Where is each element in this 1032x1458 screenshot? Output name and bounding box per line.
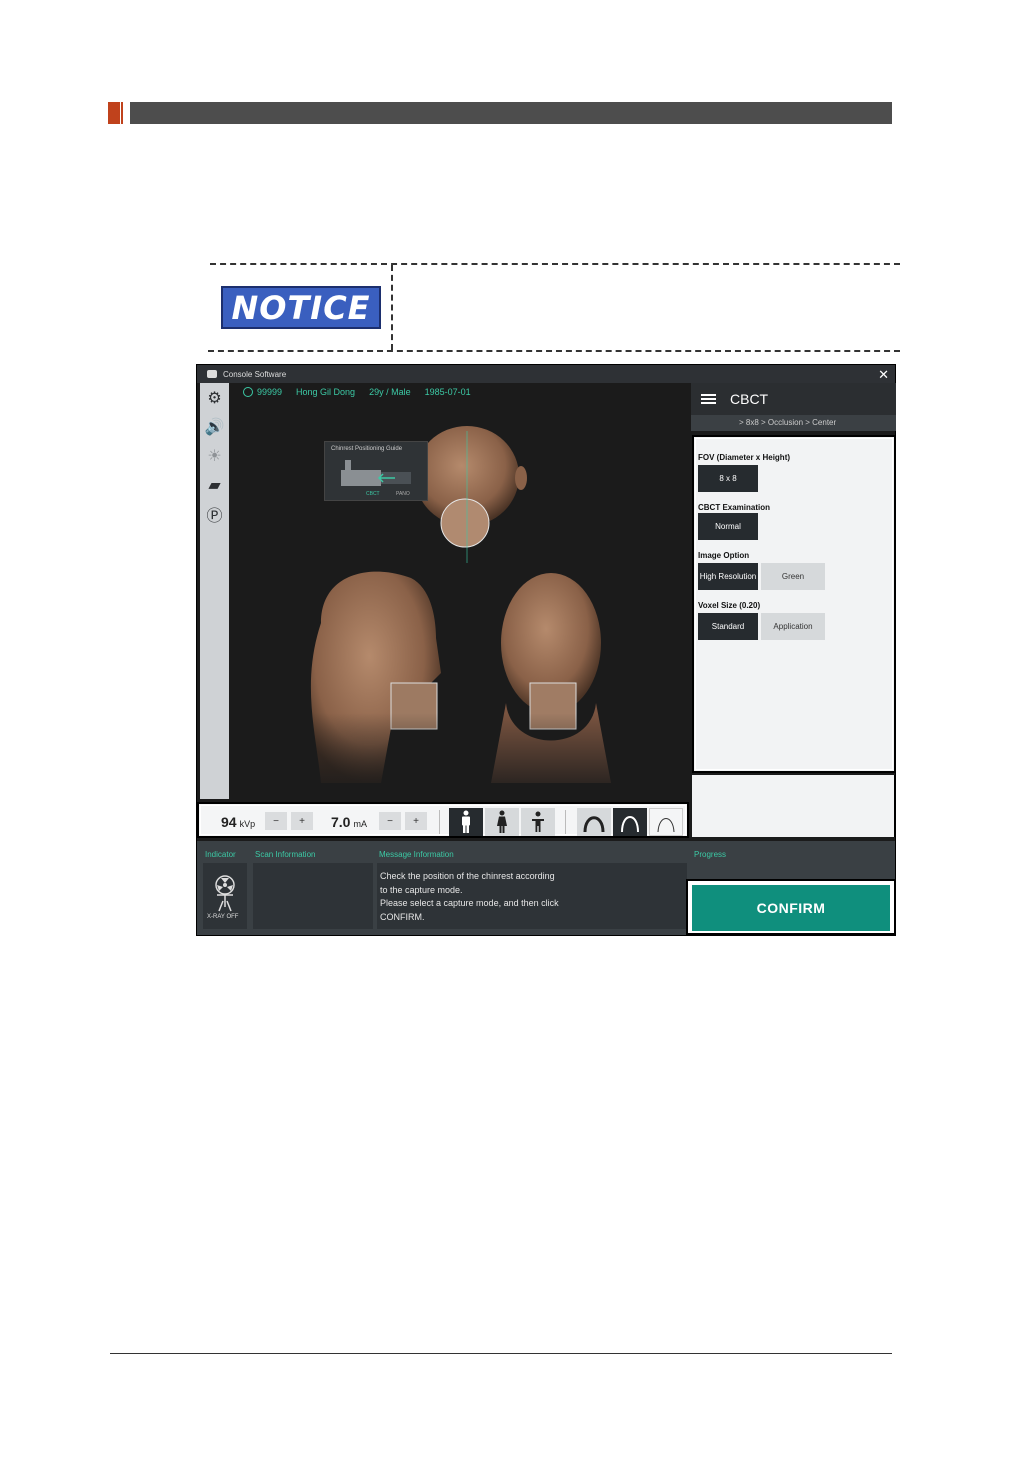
ma-plus-button[interactable]: +	[405, 812, 427, 830]
mode-header: CBCT	[691, 383, 896, 415]
scan-info-header: Scan Information	[255, 850, 316, 859]
gear-icon[interactable]: ⚙	[200, 383, 229, 412]
light-icon[interactable]: ☀	[200, 441, 229, 470]
user-icon	[243, 387, 253, 397]
section-header-accent	[108, 102, 120, 124]
child-button[interactable]	[521, 808, 555, 836]
notice-border-top	[210, 263, 900, 265]
standard-button[interactable]: Standard	[698, 613, 758, 640]
patient-viewport	[231, 383, 689, 799]
kvp-readout: 94 kVp	[221, 814, 256, 830]
menu-icon[interactable]	[701, 394, 716, 404]
scan-info-cell	[253, 863, 373, 929]
exam-label: CBCT Examination	[698, 503, 771, 512]
guide-cbct-label: CBCT	[366, 491, 380, 497]
notice-badge: NOTICE	[221, 286, 381, 329]
console-window: Console Software ✕ ⚙ 🔊 ☀ ▰ Ⓟ 99999 Hong …	[196, 364, 896, 936]
progress-header: Progress	[694, 850, 727, 859]
left-toolbar: ⚙ 🔊 ☀ ▰ Ⓟ	[200, 383, 229, 799]
indicator-cell: X-RAY OFF	[203, 863, 247, 929]
layers-icon[interactable]: ▰	[200, 470, 229, 499]
patient-id: 99999	[243, 387, 282, 397]
arch-normal-button[interactable]	[613, 808, 647, 836]
kvp-plus-button[interactable]: +	[291, 812, 313, 830]
patient-dob: 1985-07-01	[424, 387, 471, 397]
section-header-bar	[130, 102, 892, 124]
arch-wide-button[interactable]	[649, 808, 683, 836]
separator	[439, 810, 440, 834]
window-title: Console Software	[223, 369, 287, 379]
green-button[interactable]: Green	[761, 563, 825, 590]
confirm-highlight: CONFIRM	[686, 879, 896, 935]
guide-pano-label: PANO	[396, 491, 410, 497]
patient-name: Hong Gil Dong	[296, 387, 356, 397]
xray-status: X-RAY OFF	[207, 914, 239, 920]
child-icon	[532, 811, 544, 832]
application-button[interactable]: Application	[761, 613, 825, 640]
fov-label: FOV (Diameter x Height)	[698, 453, 791, 462]
adult-female-icon	[497, 810, 507, 833]
panel-lower-area	[692, 775, 896, 837]
patient-age-sex: 29y / Male	[369, 387, 411, 397]
p-settings-icon[interactable]: Ⓟ	[200, 499, 229, 528]
arch-narrow-button[interactable]	[577, 808, 611, 836]
speaker-icon[interactable]: 🔊	[200, 412, 229, 441]
section-header-accent-line	[121, 102, 123, 124]
footer-rule	[110, 1353, 892, 1354]
adult-female-button[interactable]	[485, 808, 519, 836]
title-bar: Console Software ✕	[197, 365, 895, 383]
voxel-size-label: Voxel Size (0.20)	[698, 601, 761, 610]
notice-divider	[391, 265, 393, 350]
notice-border-bottom	[208, 350, 900, 352]
exam-normal-button[interactable]: Normal	[698, 513, 758, 540]
patient-info: 99999 Hong Gil Dong 29y / Male 1985-07-0…	[243, 387, 471, 397]
high-resolution-button[interactable]: High Resolution	[698, 563, 758, 590]
indicator-header: Indicator	[205, 850, 236, 859]
exposure-control-bar: 94 kVp − + 7.0 mA − +	[197, 802, 689, 838]
adult-male-button[interactable]	[449, 808, 483, 836]
close-icon[interactable]: ✕	[878, 367, 889, 383]
arch-wide-icon	[657, 818, 675, 833]
separator	[565, 810, 566, 834]
image-option-label: Image Option	[698, 551, 750, 560]
breadcrumb: > 8x8 > Occlusion > Center	[691, 415, 896, 431]
arch-normal-icon	[621, 816, 639, 833]
app-icon	[207, 370, 217, 378]
mode-title: CBCT	[730, 391, 769, 407]
adult-male-icon	[462, 810, 470, 833]
message-info-header: Message Information	[379, 850, 454, 859]
message-text: Check the position of the chinrest accor…	[380, 871, 559, 922]
capture-options-panel: FOV (Diameter x Height) 8 x 8 CBCT Exami…	[692, 435, 896, 773]
chinrest-guide: Chinrest Positioning Guide CBCT PANO	[324, 441, 428, 501]
fov-8x8-button[interactable]: 8 x 8	[698, 465, 758, 492]
xray-icon	[215, 875, 235, 912]
kvp-minus-button[interactable]: −	[265, 812, 287, 830]
ma-minus-button[interactable]: −	[379, 812, 401, 830]
ma-readout: 7.0 mA	[331, 814, 367, 830]
confirm-button[interactable]: CONFIRM	[692, 885, 890, 931]
arch-narrow-icon	[583, 816, 605, 833]
